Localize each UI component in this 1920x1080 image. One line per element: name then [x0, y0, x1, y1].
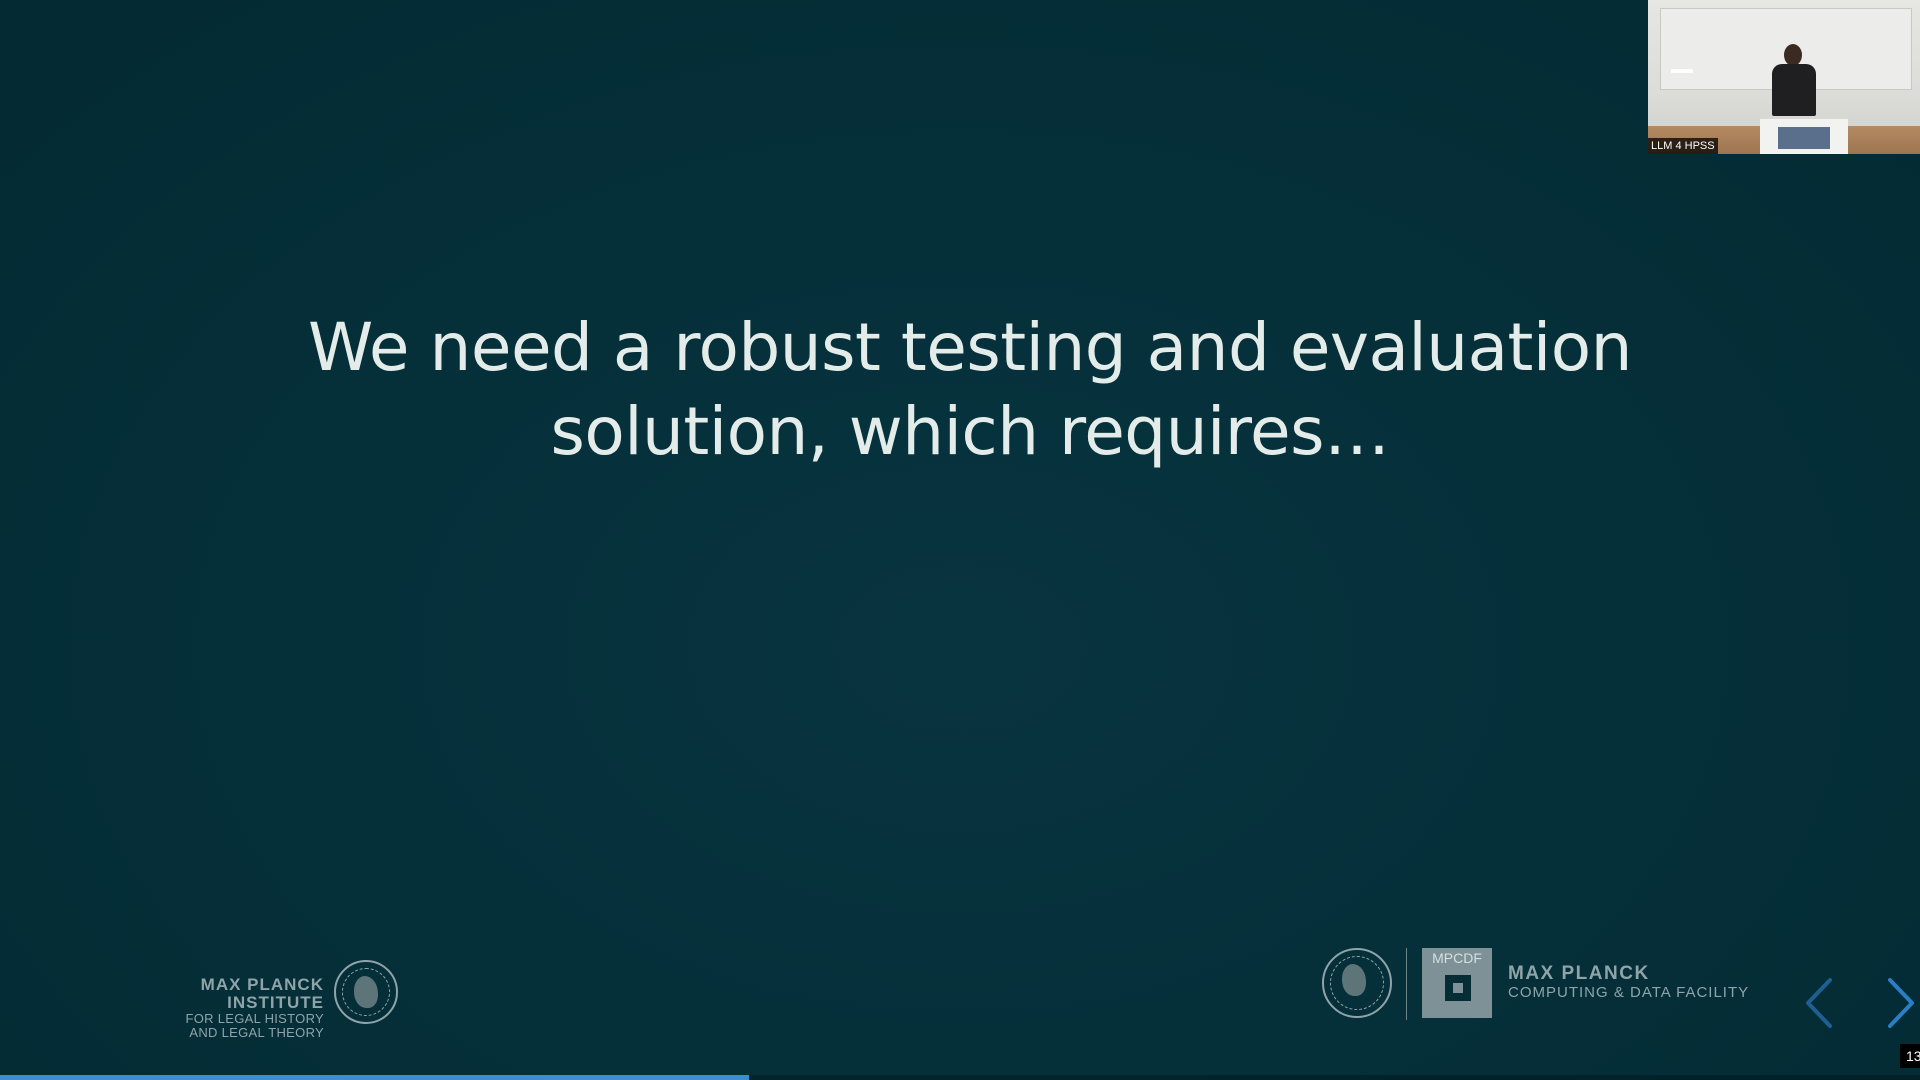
- slide-title: We need a robust testing and evaluation …: [260, 306, 1680, 474]
- next-slide-button[interactable]: [1880, 976, 1920, 1030]
- speaker-body: [1772, 64, 1816, 116]
- webcam-label: LLM 4 HPSS: [1648, 138, 1718, 154]
- mpi-legal-history-logo: MAX PLANCK INSTITUTE FOR LEGAL HISTORY A…: [100, 958, 400, 1040]
- podium: [1760, 116, 1848, 154]
- mpcdf-logo-name: MAX PLANCK: [1508, 963, 1650, 984]
- slide-title-line-2: solution, which requires…: [550, 393, 1390, 471]
- chevron-right-icon: [1888, 978, 1914, 1028]
- mpcdf-logo: MPCDF MAX PLANCK COMPUTING & DATA FACILI…: [1318, 944, 1758, 1024]
- mpcdf-box-mark: MPCDF: [1422, 948, 1492, 1018]
- speaker-webcam: LLM 4 HPSS: [1648, 0, 1920, 154]
- mpcdf-square-icon: [1445, 975, 1471, 1001]
- mpi-logo-subtitle-2: AND LEGAL THEORY: [189, 1025, 324, 1040]
- minerva-seal-icon: [334, 960, 398, 1024]
- previous-slide-button[interactable]: [1800, 976, 1840, 1030]
- minerva-seal-icon: [1322, 948, 1392, 1018]
- speaker-head: [1784, 44, 1802, 66]
- chevron-left-icon: [1806, 978, 1832, 1028]
- mpi-logo-name: MAX PLANCK INSTITUTE: [200, 975, 324, 1012]
- presentation-slide: We need a robust testing and evaluation …: [0, 0, 1920, 1080]
- slide-progress-fill: [0, 1075, 749, 1080]
- slide-counter: 13: [1900, 1044, 1920, 1068]
- slide-progress-bar: [0, 1075, 1920, 1080]
- mpi-logo-subtitle-1: FOR LEGAL HISTORY: [185, 1011, 324, 1026]
- slide-title-line-1: We need a robust testing and evaluation: [308, 309, 1632, 387]
- mpcdf-logo-subtitle: COMPUTING & DATA FACILITY: [1508, 984, 1750, 1001]
- mpcdf-box-label: MPCDF: [1432, 950, 1482, 966]
- logo-divider: [1406, 948, 1407, 1020]
